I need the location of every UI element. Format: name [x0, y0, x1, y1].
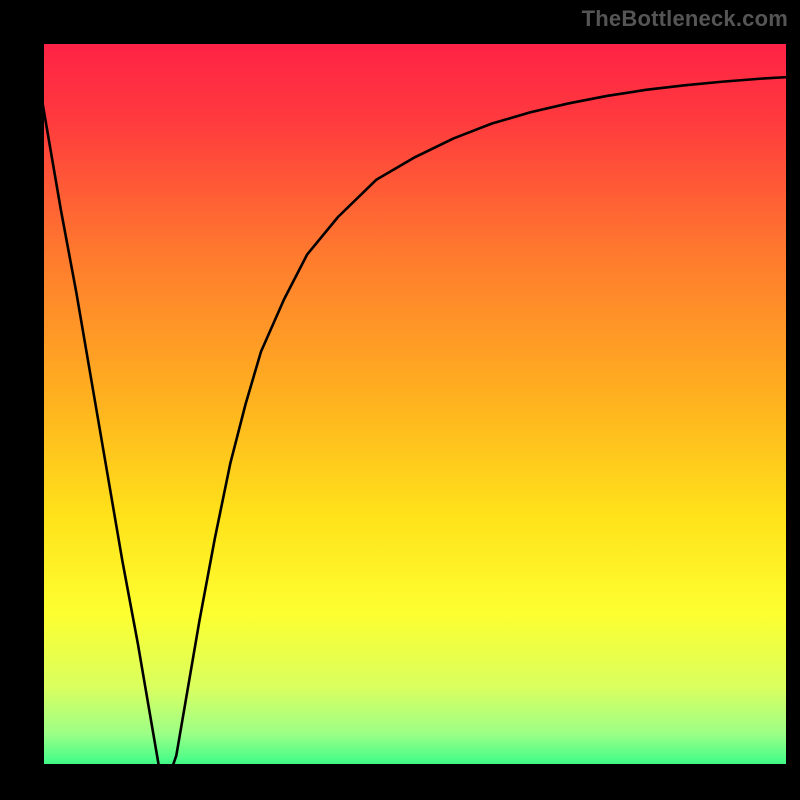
plot-background: [30, 30, 800, 778]
chart-container: TheBottleneck.com: [0, 0, 800, 800]
bottleneck-chart: [0, 0, 800, 800]
